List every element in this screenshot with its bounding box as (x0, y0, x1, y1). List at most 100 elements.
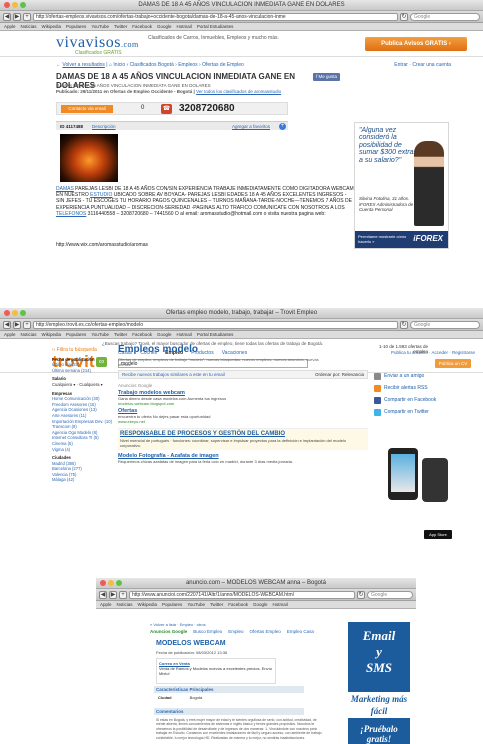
bookmark-item[interactable]: Facebook (132, 331, 152, 338)
app-store-badge[interactable]: App Store (424, 530, 452, 539)
url-bar[interactable]: http://www.anuncioi.com/2207141/Altr/1/a… (129, 590, 355, 599)
search-input[interactable]: Google (367, 590, 413, 599)
tab-ofertas-empleo[interactable]: Ofertas Empleo (250, 629, 281, 634)
minimize-icon[interactable] (12, 2, 18, 8)
add-bookmark-icon[interactable]: + (23, 320, 31, 329)
login-links[interactable]: Entrar · Crear una cuenta (394, 62, 451, 68)
candles-photo[interactable] (60, 134, 118, 182)
filter-item[interactable]: Málaga (42) (52, 477, 112, 483)
bookmark-item[interactable]: Facebook (132, 23, 152, 30)
bookmark-item[interactable]: Portal Estudiantes (197, 23, 234, 30)
url-bar[interactable]: http://ofertas-empleos.vivavisos.com/ofe… (33, 12, 398, 21)
email-alert-link[interactable]: Recibe nuevos trabajos similares a este … (122, 372, 225, 377)
bookmark-item[interactable]: Noticias (117, 601, 133, 608)
like-button[interactable]: f Me gusta (313, 73, 340, 81)
tab-google-ads[interactable]: Anuncios Google (150, 629, 187, 634)
tab-busco-empleo[interactable]: Busco Empleo (193, 629, 222, 634)
plus-icon[interactable]: + (279, 123, 286, 130)
bookmark-item[interactable]: YouTube (187, 601, 205, 608)
keyword-link[interactable]: TELEFONOS (56, 211, 86, 217)
sort-select[interactable]: Ordenar por: Relevancia (315, 371, 364, 379)
contact-email-button[interactable]: Contacto vía email (61, 105, 113, 113)
bookmark-item[interactable]: Twitter (114, 23, 127, 30)
bookmark-item[interactable]: Apple (4, 23, 16, 30)
back-icon[interactable]: ◀ (3, 320, 11, 329)
bookmark-item[interactable]: Google (157, 331, 172, 338)
forward-icon[interactable]: ▶ (109, 590, 117, 599)
search-input[interactable]: Google (410, 320, 480, 329)
iforex-banner[interactable]: "Alguna vez consideró la posibilidad de … (354, 122, 449, 249)
publish-ads-button[interactable]: Publica Avisos GRATIS › (365, 37, 467, 51)
breadcrumb-offers[interactable]: Ofertas de Empleo (202, 62, 244, 68)
bookmark-item[interactable]: Hotmail (177, 331, 192, 338)
publish-cv-button[interactable]: Publica un CV (435, 359, 471, 368)
bookmark-item[interactable]: Twitter (114, 331, 127, 338)
bookmark-item[interactable]: Noticias (21, 331, 37, 338)
bookmark-item[interactable]: Google (157, 23, 172, 30)
close-icon[interactable] (4, 310, 10, 316)
bookmark-item[interactable]: YouTube (91, 23, 109, 30)
minimize-icon[interactable] (108, 580, 114, 586)
tab-empleo[interactable]: Empleo (228, 629, 243, 634)
breadcrumb-jobs[interactable]: Empleos (178, 62, 197, 68)
close-icon[interactable] (100, 580, 106, 586)
tab-description[interactable]: Descripción (92, 122, 116, 131)
filter-item[interactable]: Última semana (214) (52, 368, 112, 374)
bookmark-item[interactable]: Portal Estudiantes (197, 331, 234, 338)
bookmark-item[interactable]: Wikipedia (42, 23, 62, 30)
email-sms-banner[interactable]: Email y SMS Marketing más fácil ¡Pruébal… (348, 622, 410, 744)
back-icon[interactable]: ◀ (99, 590, 107, 599)
ad-url[interactable]: www.ekeyo.net (118, 419, 368, 424)
close-icon[interactable] (4, 2, 10, 8)
bookmark-item[interactable]: Populares (66, 23, 86, 30)
reload-icon[interactable]: ↻ (357, 590, 365, 599)
forward-icon[interactable]: ▶ (13, 12, 21, 21)
bookmark-item[interactable]: Twitter (210, 601, 223, 608)
forward-icon[interactable]: ▶ (13, 320, 21, 329)
back-icon[interactable]: ◀ (3, 12, 11, 21)
bookmark-item[interactable]: Populares (162, 601, 182, 608)
zoom-icon[interactable] (20, 310, 26, 316)
job-title-link[interactable]: RESPONSABLE DE PROCESOS Y GESTIÓN DEL CA… (120, 431, 366, 438)
add-favorites-link[interactable]: Agregar a favoritos (232, 122, 270, 131)
bookmark-item[interactable]: Facebook (228, 601, 248, 608)
window-controls[interactable] (4, 2, 26, 8)
facebook-action[interactable]: Compartir en Facebook (374, 394, 474, 406)
url-bar[interactable]: http://empleo.trovit.es.co/ofertas-emple… (33, 320, 398, 329)
reload-icon[interactable]: ↻ (400, 320, 408, 329)
google-ad-box[interactable]: Correo en Venta Venta de Ramos y Modelos… (156, 658, 276, 684)
tab-empleo-casa[interactable]: Empleo Casa (287, 629, 314, 634)
twitter-action[interactable]: Compartir en Twitter (374, 406, 474, 418)
breadcrumb[interactable]: « Volver a lista · Empleo · otros (150, 622, 206, 627)
reload-icon[interactable]: ↻ (400, 12, 408, 21)
search-input[interactable]: Google (410, 12, 480, 21)
bookmark-item[interactable]: Apple (4, 331, 16, 338)
add-bookmark-icon[interactable]: + (119, 590, 127, 599)
bookmark-item[interactable]: Google (253, 601, 268, 608)
breadcrumb-home[interactable]: Inicio (113, 62, 125, 68)
minimize-icon[interactable] (12, 310, 18, 316)
bookmark-item[interactable]: Hotmail (273, 601, 288, 608)
phone-promo-image[interactable] (422, 458, 448, 502)
view-all-ads-link[interactable]: Ver todos los clasificados de aromasstud… (196, 89, 281, 94)
bookmark-item[interactable]: Populares (66, 331, 86, 338)
banner-cta[interactable]: Permítame mostrarle cómo hacerlo » (358, 234, 408, 244)
back-to-results-link[interactable]: Volver a resultados (62, 62, 105, 68)
send-friend-action[interactable]: Enviar a un amigo (374, 370, 474, 382)
banner-try-free[interactable]: ¡Pruébalo gratis! (348, 724, 410, 744)
bookmark-item[interactable]: Apple (100, 601, 112, 608)
filter-item[interactable]: Vigma (4) (52, 447, 112, 453)
rss-action[interactable]: Recibir alertas RSS (374, 382, 474, 394)
bookmark-item[interactable]: YouTube (91, 331, 109, 338)
bookmark-item[interactable]: Wikipedia (138, 601, 158, 608)
zoom-icon[interactable] (20, 2, 26, 8)
bookmark-item[interactable]: Wikipedia (42, 331, 62, 338)
zoom-icon[interactable] (116, 580, 122, 586)
add-bookmark-icon[interactable]: + (23, 12, 31, 21)
breadcrumb-bogota[interactable]: Clasificados Bogotá (130, 62, 174, 68)
bookmark-item[interactable]: Hotmail (177, 23, 192, 30)
website-url[interactable]: http://www.wix.com/aromasstudio/aromas (56, 242, 148, 248)
window-controls[interactable] (100, 580, 122, 586)
ad-url[interactable]: modelos-webcam.blogspot.com (118, 401, 368, 406)
bookmark-item[interactable]: Noticias (21, 23, 37, 30)
